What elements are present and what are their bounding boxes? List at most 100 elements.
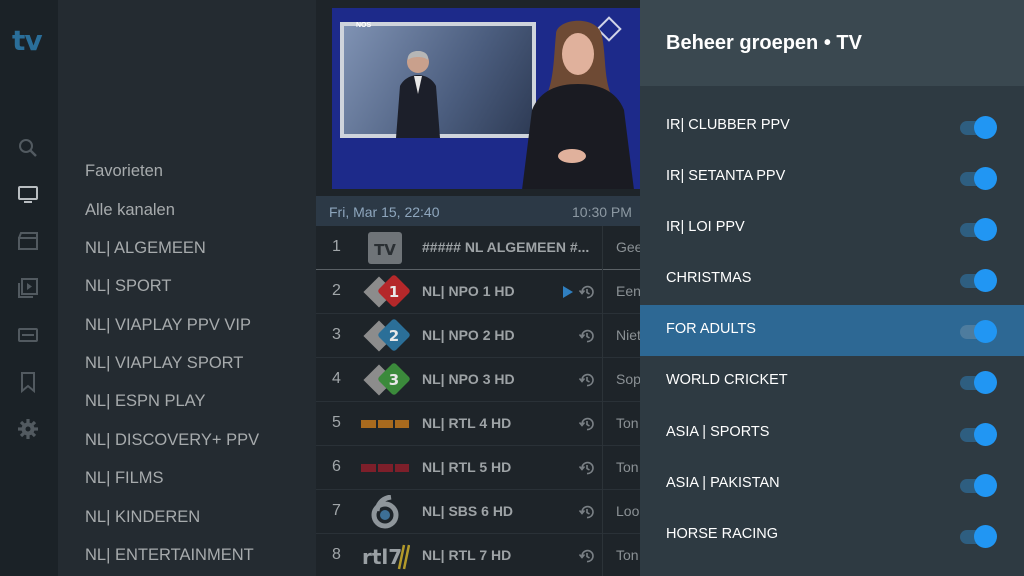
anchor-figure [522, 20, 634, 189]
svg-text:TV: TV [374, 241, 396, 259]
panel-title: Beheer groepen • TV [666, 32, 862, 54]
channel-number: 2 [332, 282, 341, 299]
group-toggle[interactable] [960, 116, 997, 139]
group-item[interactable]: NL| ALGEMEEN [85, 239, 206, 258]
guide-time: 10:30 PM [572, 204, 632, 220]
svg-text:rtl7: rtl7 [362, 545, 402, 569]
panel-group-item[interactable]: WORLD CRICKET [640, 356, 1024, 407]
app-root: tv Favorieten Alle kanalen NL| ALGEMEEN … [0, 0, 1024, 576]
group-toggle[interactable] [960, 525, 997, 548]
group-toggle[interactable] [960, 474, 997, 497]
channel-logo-npo2: 2 [360, 319, 410, 353]
studio-screen [340, 22, 536, 138]
channel-logo-tv: TV [360, 231, 410, 265]
channel-row[interactable]: 5 NL| RTL 4 HD Ton [316, 402, 640, 446]
svg-text:1: 1 [389, 283, 399, 301]
group-toggle[interactable] [960, 218, 997, 241]
channel-number: 5 [332, 414, 341, 431]
channel-row[interactable]: 7 NL| SBS 6 HD Loo [316, 490, 640, 534]
icon-rail: tv [0, 0, 58, 576]
channel-logo-rtl4 [360, 407, 410, 441]
group-toggle[interactable] [960, 320, 997, 343]
panel-group-label: CHRISTMAS [666, 270, 752, 286]
channel-row[interactable]: 2 1 NL| NPO 1 HD Een [316, 270, 640, 314]
channel-row[interactable]: 3 2 NL| NPO 2 HD Niet [316, 314, 640, 358]
panel-group-item-selected[interactable]: FOR ADULTS [640, 305, 1024, 356]
panel-group-item[interactable]: IR| LOI PPV [640, 203, 1024, 254]
group-item[interactable]: NL| VIAPLAY SPORT [85, 354, 243, 373]
epg-now: Ton [616, 547, 639, 563]
channel-name: NL| SBS 6 HD [422, 503, 514, 519]
svg-text:3: 3 [389, 371, 399, 389]
channel-name: NL| RTL 7 HD [422, 547, 512, 563]
movie-clapper-icon[interactable] [16, 229, 40, 253]
panel-group-item[interactable]: HORSE RACING [640, 510, 1024, 561]
group-item[interactable]: NL| FILMS [85, 469, 164, 488]
group-item[interactable]: NL| VIAPLAY PPV VIP [85, 316, 251, 335]
channel-name: NL| NPO 2 HD [422, 327, 515, 343]
group-item[interactable]: NL| DISCOVERY+ PPV [85, 431, 259, 450]
channel-row[interactable]: 4 3 NL| NPO 3 HD Sop [316, 358, 640, 402]
guide-date: Fri, Mar 15, 22:40 [329, 204, 440, 220]
series-play-icon[interactable] [16, 276, 40, 300]
search-icon[interactable] [16, 136, 40, 160]
group-item[interactable]: Alle kanalen [85, 201, 175, 220]
main-area: NOS Fri, Mar 15, 22:40 10:30 PM 1 TV ###… [316, 0, 640, 576]
channel-number: 4 [332, 370, 341, 387]
history-icon[interactable] [578, 415, 596, 433]
group-item[interactable]: NL| ENTERTAINMENT [85, 546, 254, 565]
panel-group-label: FOR ADULTS [666, 321, 756, 337]
channel-number: 3 [332, 326, 341, 343]
channel-name: NL| NPO 1 HD [422, 283, 515, 299]
svg-text:2: 2 [389, 327, 399, 345]
panel-group-label: HORSE RACING [666, 526, 778, 542]
app-logo: tv [12, 24, 43, 57]
bookmark-icon[interactable] [16, 370, 40, 394]
group-item[interactable]: NL| ESPN PLAY [85, 392, 205, 411]
presenter-figure [396, 51, 440, 138]
panel-group-label: IR| SETANTA PPV [666, 168, 786, 184]
group-item[interactable]: NL| KINDEREN [85, 508, 200, 527]
epg-now: Niet [616, 327, 640, 343]
epg-now: Sop [616, 371, 640, 387]
video-player[interactable]: NOS [332, 8, 640, 189]
channel-row[interactable]: 1 TV ##### NL ALGEMEEN #... Gee [316, 226, 640, 270]
channel-logo-npo3: 3 [360, 363, 410, 397]
now-playing-icon [563, 286, 573, 298]
panel-group-item[interactable]: IR| SETANTA PPV [640, 152, 1024, 203]
group-item[interactable]: Favorieten [85, 162, 163, 181]
channel-row[interactable]: 6 NL| RTL 5 HD Ton [316, 446, 640, 490]
group-toggle[interactable] [960, 167, 997, 190]
channel-number: 7 [332, 502, 341, 519]
history-icon[interactable] [578, 371, 596, 389]
group-toggle[interactable] [960, 371, 997, 394]
channel-row[interactable]: 8 rtl7 NL| RTL 7 HD Ton [316, 534, 640, 576]
channel-tag: NOS [356, 22, 372, 29]
panel-group-item[interactable]: IR| CLUBBER PPV [640, 101, 1024, 152]
channel-name: NL| NPO 3 HD [422, 371, 515, 387]
epg-now: Loo [616, 503, 640, 519]
channel-number: 6 [332, 458, 341, 475]
channel-logo-rtl7: rtl7 [360, 539, 411, 573]
panel-group-item[interactable]: ASIA | PAKISTAN [640, 459, 1024, 510]
group-toggle[interactable] [960, 269, 997, 292]
panel-group-label: IR| CLUBBER PPV [666, 117, 790, 133]
guide-datebar: Fri, Mar 15, 22:40 10:30 PM [316, 196, 640, 226]
history-icon[interactable] [578, 283, 596, 301]
channel-number: 8 [332, 546, 341, 563]
history-icon[interactable] [578, 503, 596, 521]
channel-logo-npo1: 1 [360, 275, 410, 309]
panel-header: Beheer groepen • TV [640, 0, 1024, 86]
group-toggle[interactable] [960, 423, 997, 446]
epg-now: Ton [616, 415, 639, 431]
channel-logo-rtl5 [360, 451, 410, 485]
dvr-icon[interactable] [16, 323, 40, 347]
history-icon[interactable] [578, 327, 596, 345]
tv-icon[interactable] [16, 182, 40, 206]
gear-icon[interactable] [16, 417, 40, 441]
panel-group-item[interactable]: ASIA | SPORTS [640, 408, 1024, 459]
panel-group-item[interactable]: CHRISTMAS [640, 254, 1024, 305]
group-item[interactable]: NL| SPORT [85, 277, 172, 296]
history-icon[interactable] [578, 459, 596, 477]
history-icon[interactable] [578, 547, 596, 565]
